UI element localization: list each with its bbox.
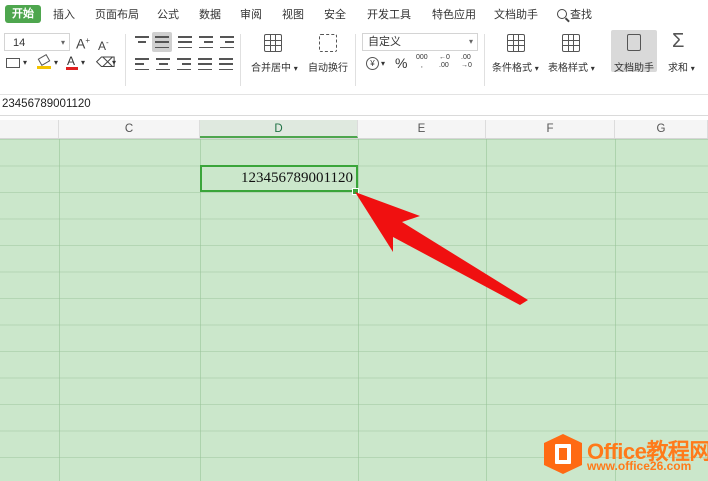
annotation-arrow — [355, 192, 528, 305]
office-logo-icon — [544, 434, 582, 474]
watermark-url: www.office26.com — [587, 459, 692, 473]
watermark: Office教程网 www.office26.com — [542, 432, 708, 476]
red-arrow-icon — [355, 192, 528, 305]
